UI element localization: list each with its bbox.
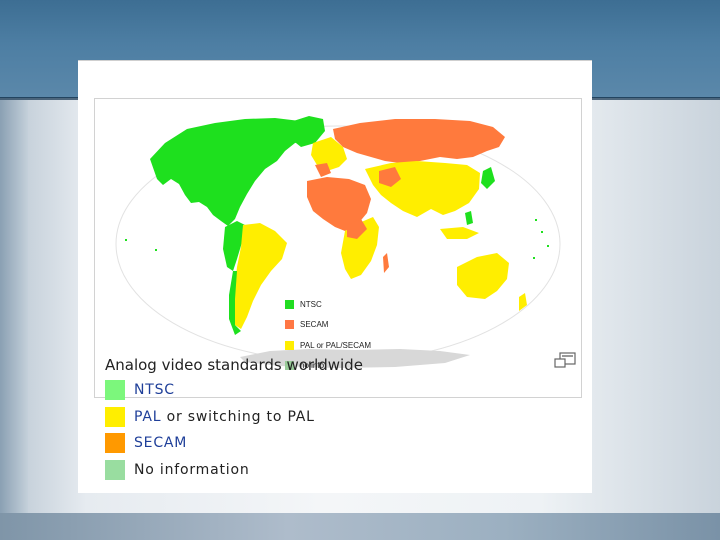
map-legend-row: SECAM — [285, 315, 371, 336]
legend-swatch-secam — [105, 433, 125, 454]
map-legend-swatch — [285, 340, 294, 350]
map-legend-label: PAL or PAL/SECAM — [300, 340, 371, 350]
slide-bottom-decoration — [0, 513, 720, 540]
pal-link[interactable]: PAL — [134, 409, 161, 425]
no-info-label: No information — [134, 461, 250, 478]
legend-item-ntsc: NTSC — [105, 377, 315, 404]
wiki-figure-card: NTSC SECAM PAL or PAL/SECAM no info Anal… — [78, 60, 592, 493]
legend-swatch-ntsc — [105, 380, 125, 401]
pal-label-rest: or switching to PAL — [161, 408, 315, 425]
legend-item-secam: SECAM — [105, 430, 315, 457]
map-legend-swatch — [285, 299, 294, 309]
legend-item-pal: PAL or switching to PAL — [105, 404, 315, 431]
legend-swatch-no-info — [105, 459, 125, 480]
legend-item-no-info: No information — [105, 457, 315, 484]
slide-left-decoration — [0, 100, 28, 513]
figure-caption-title: Analog video standards worldwide — [105, 356, 363, 374]
enlarge-icon[interactable] — [554, 352, 576, 368]
map-legend-swatch — [285, 320, 294, 330]
world-map-image[interactable]: NTSC SECAM PAL or PAL/SECAM no info — [94, 98, 582, 398]
legend-swatch-pal — [105, 406, 125, 427]
figure-caption-legend: NTSC PAL or switching to PAL SECAM No in… — [105, 377, 315, 483]
ntsc-link[interactable]: NTSC — [134, 382, 175, 398]
map-legend-row: PAL or PAL/SECAM — [285, 335, 371, 356]
map-legend-row: NTSC — [285, 294, 371, 315]
map-legend-label: NTSC — [300, 299, 322, 309]
map-legend-label: SECAM — [300, 320, 329, 330]
secam-link[interactable]: SECAM — [134, 435, 187, 451]
